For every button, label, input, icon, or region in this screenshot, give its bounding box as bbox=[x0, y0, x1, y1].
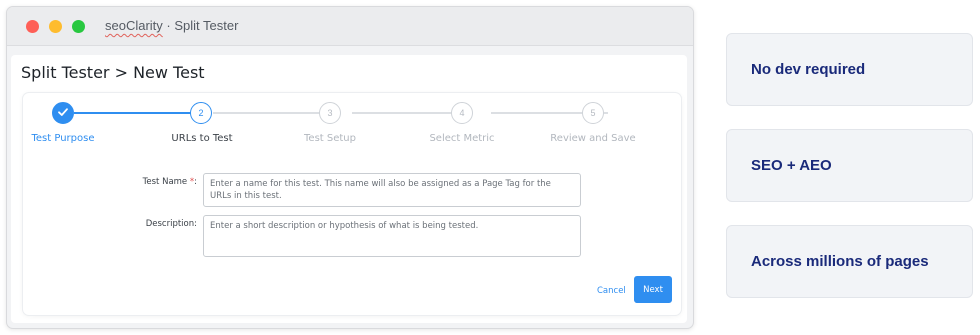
maximize-window-button[interactable] bbox=[72, 20, 85, 33]
app-window: seoClarity · Split Tester Split Tester >… bbox=[6, 6, 694, 329]
close-window-button[interactable] bbox=[26, 20, 39, 33]
step-3-circle[interactable]: 3 bbox=[319, 102, 341, 124]
step-2-label[interactable]: URLs to Test bbox=[171, 133, 232, 144]
step-3-label[interactable]: Test Setup bbox=[304, 133, 356, 144]
page-content: Split Tester > New Test Test Purpose 2 U… bbox=[11, 55, 687, 323]
window-title-app: · Split Tester bbox=[162, 18, 239, 33]
cancel-link[interactable]: Cancel bbox=[597, 286, 626, 296]
step-4-circle[interactable]: 4 bbox=[451, 102, 473, 124]
page-title: Split Tester > New Test bbox=[21, 63, 205, 82]
title-bar: seoClarity · Split Tester bbox=[7, 7, 693, 46]
feature-text: Across millions of pages bbox=[751, 253, 929, 270]
minimize-window-button[interactable] bbox=[49, 20, 62, 33]
check-icon bbox=[58, 108, 68, 116]
step-2-circle[interactable]: 2 bbox=[190, 101, 212, 124]
feature-text: No dev required bbox=[751, 61, 866, 78]
test-name-label: Test Name *: bbox=[143, 177, 197, 187]
step-1-label[interactable]: Test Purpose bbox=[31, 133, 94, 144]
test-name-field[interactable] bbox=[203, 173, 581, 207]
window-title-brand: seoClarity bbox=[105, 18, 163, 33]
test-name-label-colon: : bbox=[194, 177, 197, 187]
step-4-label[interactable]: Select Metric bbox=[429, 133, 494, 144]
next-button[interactable]: Next bbox=[634, 276, 672, 303]
feature-card-seo-aeo: SEO + AEO bbox=[726, 129, 973, 202]
description-label: Description: bbox=[145, 219, 197, 229]
new-test-card: Test Purpose 2 URLs to Test 3 Test Setup… bbox=[23, 93, 681, 315]
step-connector-1 bbox=[74, 112, 191, 114]
feature-card-no-dev: No dev required bbox=[726, 33, 973, 106]
feature-text: SEO + AEO bbox=[751, 157, 832, 174]
step-connector-2 bbox=[213, 112, 330, 114]
feature-card-scale: Across millions of pages bbox=[726, 225, 973, 298]
description-field[interactable] bbox=[203, 215, 581, 257]
test-name-label-text: Test Name bbox=[142, 177, 188, 187]
step-1-circle[interactable] bbox=[52, 102, 74, 124]
window-title: seoClarity · Split Tester bbox=[105, 18, 238, 33]
step-5-circle[interactable]: 5 bbox=[582, 102, 604, 124]
step-5-label[interactable]: Review and Save bbox=[550, 133, 635, 144]
